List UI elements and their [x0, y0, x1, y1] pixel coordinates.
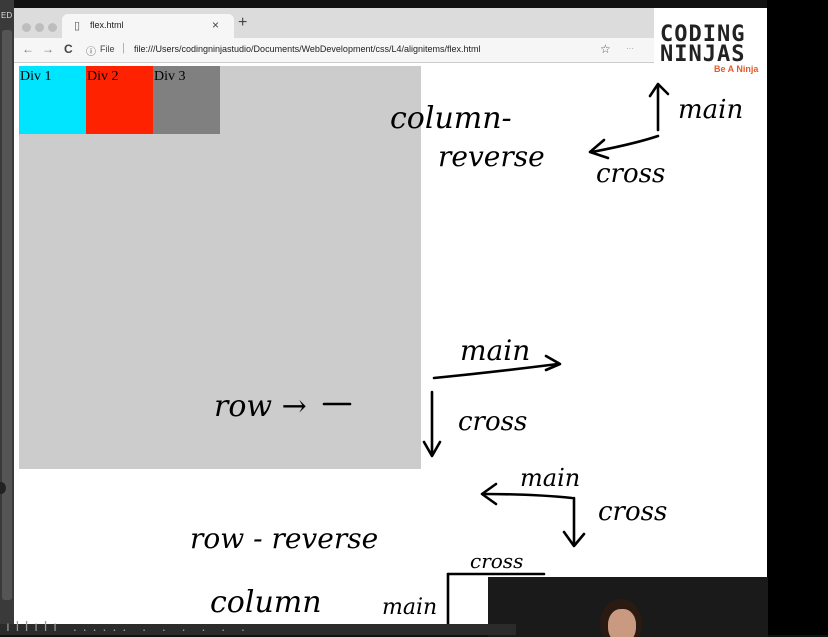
column-reverse-label-1: column- [390, 101, 512, 136]
column-label: column [210, 585, 322, 620]
col-main-label: main [382, 595, 437, 620]
browser-window: ▯ flex.html × + ← → C ⓘ File | file:///U… [14, 8, 767, 635]
row-label: row → [214, 389, 307, 424]
row-cross-label: cross [458, 407, 527, 437]
cr-cross-arrow [590, 134, 660, 154]
handwritten-annotations: column- reverse main cross main cross ro… [190, 82, 743, 635]
presenter-video [488, 577, 768, 637]
column-reverse-label-2: reverse [438, 140, 545, 173]
side-scrollbar[interactable] [2, 30, 12, 600]
right-black-margin [767, 0, 828, 635]
caption-bar: ıllılı ...... . . . . . . [0, 618, 516, 635]
presenter-face [608, 609, 636, 637]
row-reverse-label: row - reverse [190, 522, 378, 555]
rr-main-label: main [520, 464, 580, 492]
row-main-arrowhead [544, 354, 562, 372]
col-cross-label: cross [470, 549, 523, 573]
cr-main-label: main [678, 95, 743, 125]
caption-text: ıllılı ...... . . . . . . [6, 618, 251, 634]
rr-cross-label: cross [598, 497, 667, 527]
row-main-label: main [460, 334, 530, 367]
side-strip-label: ED [1, 11, 13, 20]
rr-main-arrow [482, 492, 574, 500]
cr-cross-label: cross [596, 159, 665, 189]
editor-side-strip: ED [0, 0, 14, 635]
